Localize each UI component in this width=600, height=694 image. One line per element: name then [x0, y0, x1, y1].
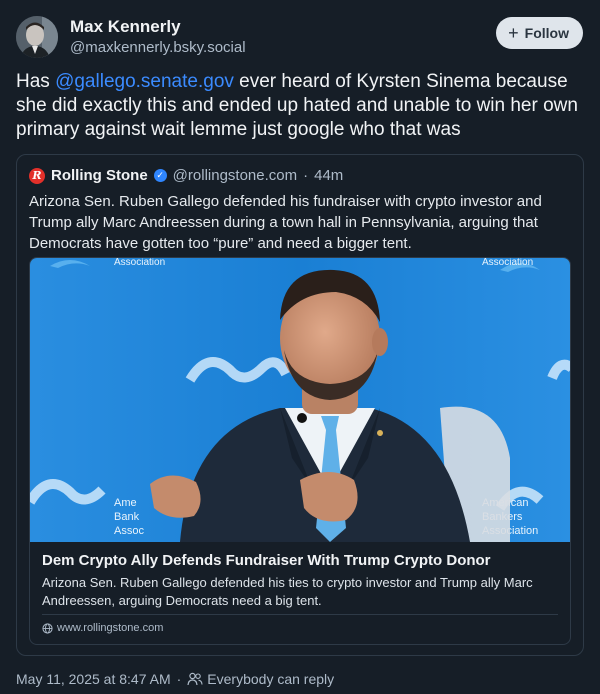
- link-description: Arizona Sen. Ruben Gallego defended his …: [42, 575, 533, 608]
- backdrop-text-left-3: Assoc: [114, 525, 144, 537]
- post-footer: May 11, 2025 at 8:47 AM · Everybody can …: [16, 671, 334, 687]
- reply-permission-label: Everybody can reply: [207, 671, 335, 687]
- post-timestamp[interactable]: May 11, 2025 at 8:47 AM: [16, 671, 171, 687]
- avatar[interactable]: [16, 16, 58, 58]
- follow-button[interactable]: + Follow: [496, 17, 583, 49]
- banner-text-left: Association: [114, 258, 165, 268]
- plus-icon: +: [508, 22, 519, 43]
- reply-permission: Everybody can reply: [187, 671, 334, 687]
- backdrop-text-left-1: Ame: [114, 497, 137, 509]
- backdrop-text-left-2: Bank: [114, 511, 140, 523]
- quoted-post-age[interactable]: 44m: [314, 167, 343, 184]
- link-divider: [42, 614, 558, 615]
- link-title[interactable]: Dem Crypto Ally Defends Fundraiser With …: [42, 552, 491, 569]
- quoted-author-name[interactable]: Rolling Stone: [51, 167, 148, 184]
- rolling-stone-logo-icon: R: [29, 167, 45, 184]
- link-domain-row: www.rollingstone.com: [42, 622, 163, 634]
- globe-icon: [42, 622, 53, 634]
- footer-separator: ·: [176, 671, 182, 687]
- banner-text-right: Association: [482, 258, 533, 268]
- avatar-photo-icon: [16, 16, 58, 58]
- people-icon: [187, 672, 203, 686]
- quoted-post-text: Arizona Sen. Ruben Gallego defended his …: [29, 193, 542, 252]
- time-separator: ·: [303, 167, 309, 184]
- quoted-post[interactable]: R Rolling Stone ✓ @rollingstone.com · 44…: [16, 154, 584, 656]
- verified-check-icon: ✓: [153, 169, 167, 182]
- post-text-before: Has: [16, 71, 56, 92]
- quoted-author-handle[interactable]: @rollingstone.com: [173, 167, 297, 184]
- link-preview-card[interactable]: Association Association Ame Bank Assoc A…: [29, 257, 571, 645]
- author-name[interactable]: Max Kennerly: [70, 17, 181, 37]
- mention-link[interactable]: @gallego.senate.gov: [55, 71, 234, 92]
- post: Max Kennerly @maxkennerly.bsky.social + …: [0, 0, 600, 694]
- link-domain: www.rollingstone.com: [57, 622, 164, 634]
- link-preview-image: Association Association Ame Bank Assoc A…: [30, 258, 570, 542]
- author-handle[interactable]: @maxkennerly.bsky.social: [70, 39, 246, 56]
- follow-button-label: Follow: [524, 25, 569, 41]
- post-text: Has @gallego.senate.gov ever heard of Ky…: [16, 70, 586, 142]
- quoted-post-header: R Rolling Stone ✓ @rollingstone.com · 44…: [29, 167, 343, 184]
